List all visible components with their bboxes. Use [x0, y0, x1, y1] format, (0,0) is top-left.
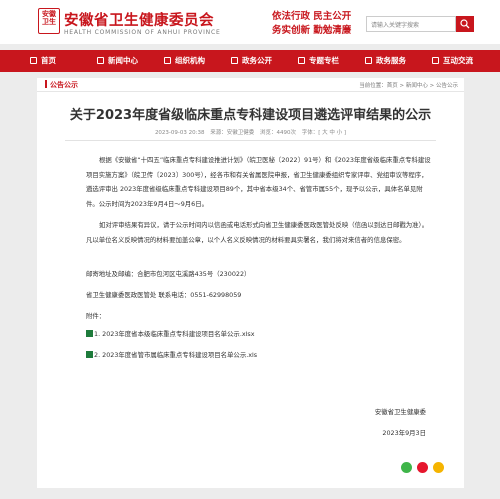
seal-line-2: 卫生	[42, 18, 56, 26]
nav-item-gov-open[interactable]: 政务公开	[231, 50, 272, 72]
attachment-link-2[interactable]: 2. 2023年度省管市属临床重点专科建设项目名单公示.xls	[86, 350, 257, 359]
section-tag[interactable]: 公告公示	[45, 80, 78, 90]
org-icon	[164, 57, 171, 64]
site-subtitle: HEALTH COMMISSION OF ANHUI PROVINCE	[64, 29, 221, 36]
site-title[interactable]: 安徽省卫生健康委员会	[64, 9, 214, 30]
nav-label: 专题专栏	[309, 56, 339, 65]
font-size-control[interactable]: 字体：[ 大 中 小 ]	[302, 130, 346, 136]
home-icon	[30, 57, 37, 64]
article-source: 来源：安徽卫健委	[210, 130, 255, 136]
nav-item-org[interactable]: 组织机构	[164, 50, 205, 72]
nav-label: 首页	[41, 56, 56, 65]
seal-line-1: 安徽	[42, 10, 56, 18]
slogan-line-2: 务实创新 勤勉清廉	[272, 25, 352, 36]
page-title: 关于2023年度省级临床重点专科建设项目遴选评审结果的公示	[69, 108, 432, 123]
news-icon	[97, 57, 104, 64]
search-icon	[460, 19, 470, 29]
nav-item-interaction[interactable]: 互动交流	[432, 50, 473, 72]
search-input[interactable]: 请输入关键字搜索	[366, 16, 456, 32]
section-label: 公告公示	[50, 81, 78, 89]
wechat-icon[interactable]	[401, 462, 412, 473]
paragraph-1: 根据《安徽省“十四五”临床重点专科建设推进计划》（皖卫医秘〔2022〕91号）和…	[86, 156, 431, 208]
section-marker	[45, 80, 47, 88]
topic-icon	[298, 57, 305, 64]
signature: 安徽省卫生健康委	[374, 408, 426, 416]
chat-icon	[432, 57, 439, 64]
nav-label: 新闻中心	[108, 56, 138, 65]
weibo-icon[interactable]	[417, 462, 428, 473]
nav-label: 组织机构	[175, 56, 205, 65]
excel-icon	[86, 351, 93, 358]
attachment-name: 2. 2023年度省管市属临床重点专科建设项目名单公示.xls	[94, 351, 258, 359]
contact-line: 省卫生健康委医政医管处 联系电话：0551-62998059	[86, 291, 242, 299]
attachment-name: 1. 2023年度省本级临床重点专科建设项目名单公示.xlsx	[94, 330, 255, 338]
attachments-label: 附件：	[86, 312, 106, 320]
search-button[interactable]	[456, 16, 474, 32]
logo-seal-icon[interactable]: 安徽 卫生	[38, 8, 60, 34]
view-count: 浏览：4490次	[260, 130, 297, 136]
main-nav: 首页 新闻中心 组织机构 政务公开 专题专栏 政务服务 互动交流	[0, 50, 500, 72]
service-icon	[365, 57, 372, 64]
qzone-icon[interactable]	[433, 462, 444, 473]
sign-date: 2023年9月3日	[382, 429, 426, 437]
slogan: 依法行政 民主公开 务实创新 勤勉清廉	[272, 10, 351, 38]
doc-icon	[231, 57, 238, 64]
nav-item-topics[interactable]: 专题专栏	[298, 50, 339, 72]
divider	[65, 140, 436, 141]
paragraph-2: 如对评审结果有异议，请于公示时间内以信函或电话形式向省卫生健康委医政医管处反映（…	[86, 221, 429, 244]
address-line: 邮寄地址及邮编：合肥市包河区屯溪路435号（230022）	[86, 270, 251, 278]
nav-label: 政务服务	[376, 56, 406, 65]
article-card: 公告公示 当前位置：首页 > 新闻中心 > 公告公示 关于2023年度省级临床重…	[37, 78, 464, 488]
nav-label: 政务公开	[242, 56, 272, 65]
breadcrumb-bar: 公告公示 当前位置：首页 > 新闻中心 > 公告公示	[37, 78, 464, 92]
site-header: 安徽 卫生 安徽省卫生健康委员会 HEALTH COMMISSION OF AN…	[0, 0, 500, 44]
publish-date: 2023-09-03 20:38	[154, 130, 205, 136]
nav-item-home[interactable]: 首页	[30, 50, 56, 72]
nav-item-services[interactable]: 政务服务	[365, 50, 406, 72]
breadcrumb[interactable]: 当前位置：首页 > 新闻中心 > 公告公示	[359, 81, 458, 89]
slogan-line-1: 依法行政 民主公开	[272, 11, 352, 22]
excel-icon	[86, 330, 93, 337]
article-meta: 2023-09-03 20:38 来源：安徽卫健委 浏览：4490次 字体：[ …	[37, 128, 464, 136]
nav-label: 互动交流	[443, 56, 473, 65]
nav-item-news[interactable]: 新闻中心	[97, 50, 138, 72]
attachment-link-1[interactable]: 1. 2023年度省本级临床重点专科建设项目名单公示.xlsx	[86, 329, 255, 338]
